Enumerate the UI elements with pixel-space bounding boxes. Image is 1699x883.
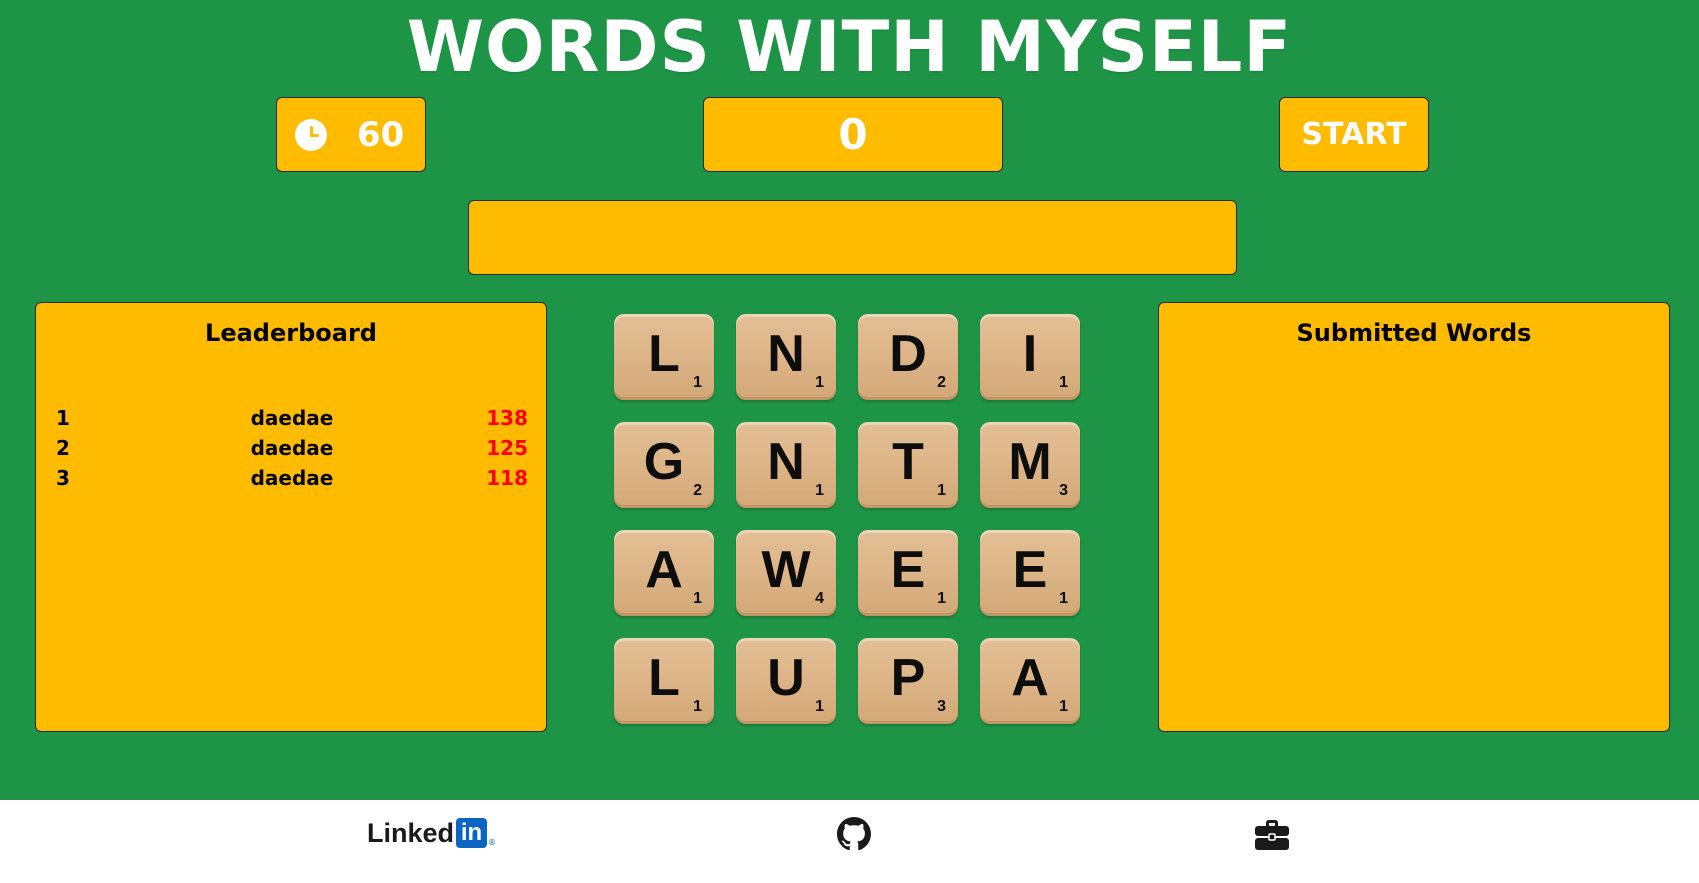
game-title: WORDS WITH MYSELF — [406, 6, 1293, 88]
tile-points: 1 — [693, 374, 702, 391]
letter-tile[interactable]: W4 — [736, 530, 836, 616]
leaderboard-title: Leaderboard — [205, 319, 377, 347]
clock-icon — [295, 118, 327, 151]
linkedin-link[interactable]: Linked in ® — [367, 816, 496, 850]
leaderboard-name: daedae — [250, 406, 334, 430]
tile-points: 1 — [815, 482, 824, 499]
leaderboard-row: daedae 3 118 — [56, 466, 528, 496]
letter-tile[interactable]: N1 — [736, 422, 836, 508]
leaderboard-name: daedae — [250, 466, 334, 490]
tile-points: 1 — [693, 590, 702, 607]
submitted-words-title: Submitted Words — [1296, 319, 1532, 347]
linkedin-logo-badge: in — [456, 818, 488, 848]
letter-tile[interactable]: U1 — [736, 638, 836, 724]
leaderboard-score: 125 — [486, 436, 528, 460]
tile-points: 1 — [693, 698, 702, 715]
letter-tile[interactable]: G2 — [614, 422, 714, 508]
letter-tile[interactable]: M3 — [980, 422, 1080, 508]
leaderboard-name: daedae — [250, 436, 334, 460]
letter-tile[interactable]: N1 — [736, 314, 836, 400]
letter-tile[interactable]: P3 — [858, 638, 958, 724]
tile-points: 1 — [1059, 698, 1068, 715]
leaderboard-score: 138 — [486, 406, 528, 430]
leaderboard-rank: 1 — [56, 406, 70, 430]
leaderboard-rank: 3 — [56, 466, 70, 490]
github-icon[interactable] — [837, 817, 871, 851]
submitted-words-panel: Submitted Words — [1158, 302, 1670, 732]
letter-tile[interactable]: A1 — [980, 638, 1080, 724]
tile-points: 2 — [937, 374, 946, 391]
linkedin-registered-mark: ® — [488, 838, 497, 847]
letter-tile[interactable]: E1 — [858, 530, 958, 616]
tile-points: 4 — [815, 590, 824, 607]
tile-points: 1 — [815, 698, 824, 715]
tile-points: 1 — [1059, 374, 1068, 391]
leaderboard-score: 118 — [486, 466, 528, 490]
start-button[interactable]: START — [1279, 97, 1429, 172]
score-display: 0 — [703, 97, 1003, 172]
tile-points: 2 — [693, 482, 702, 499]
tile-points: 1 — [815, 374, 824, 391]
tile-points: 1 — [937, 590, 946, 607]
leaderboard-row: daedae 1 138 — [56, 406, 528, 436]
game-area: WORDS WITH MYSELF 60 0 START Leaderboard… — [0, 0, 1699, 800]
tile-points: 1 — [1059, 590, 1068, 607]
timer: 60 — [276, 97, 426, 172]
briefcase-icon[interactable] — [1254, 819, 1290, 851]
tile-points: 3 — [937, 698, 946, 715]
tile-points: 3 — [1059, 482, 1068, 499]
timer-value: 60 — [357, 114, 405, 155]
letter-tile[interactable]: L1 — [614, 314, 714, 400]
leaderboard-rank: 2 — [56, 436, 70, 460]
linkedin-logo-text: Linked — [367, 817, 455, 848]
letter-tile[interactable]: I1 — [980, 314, 1080, 400]
letter-tile[interactable]: D2 — [858, 314, 958, 400]
leaderboard-panel: Leaderboard daedae 1 138 daedae 2 125 da… — [35, 302, 547, 732]
letter-tile[interactable]: T1 — [858, 422, 958, 508]
letter-tile[interactable]: E1 — [980, 530, 1080, 616]
word-input[interactable] — [468, 200, 1237, 275]
leaderboard-row: daedae 2 125 — [56, 436, 528, 466]
tile-points: 1 — [937, 482, 946, 499]
letter-tile[interactable]: L1 — [614, 638, 714, 724]
letter-tile[interactable]: A1 — [614, 530, 714, 616]
